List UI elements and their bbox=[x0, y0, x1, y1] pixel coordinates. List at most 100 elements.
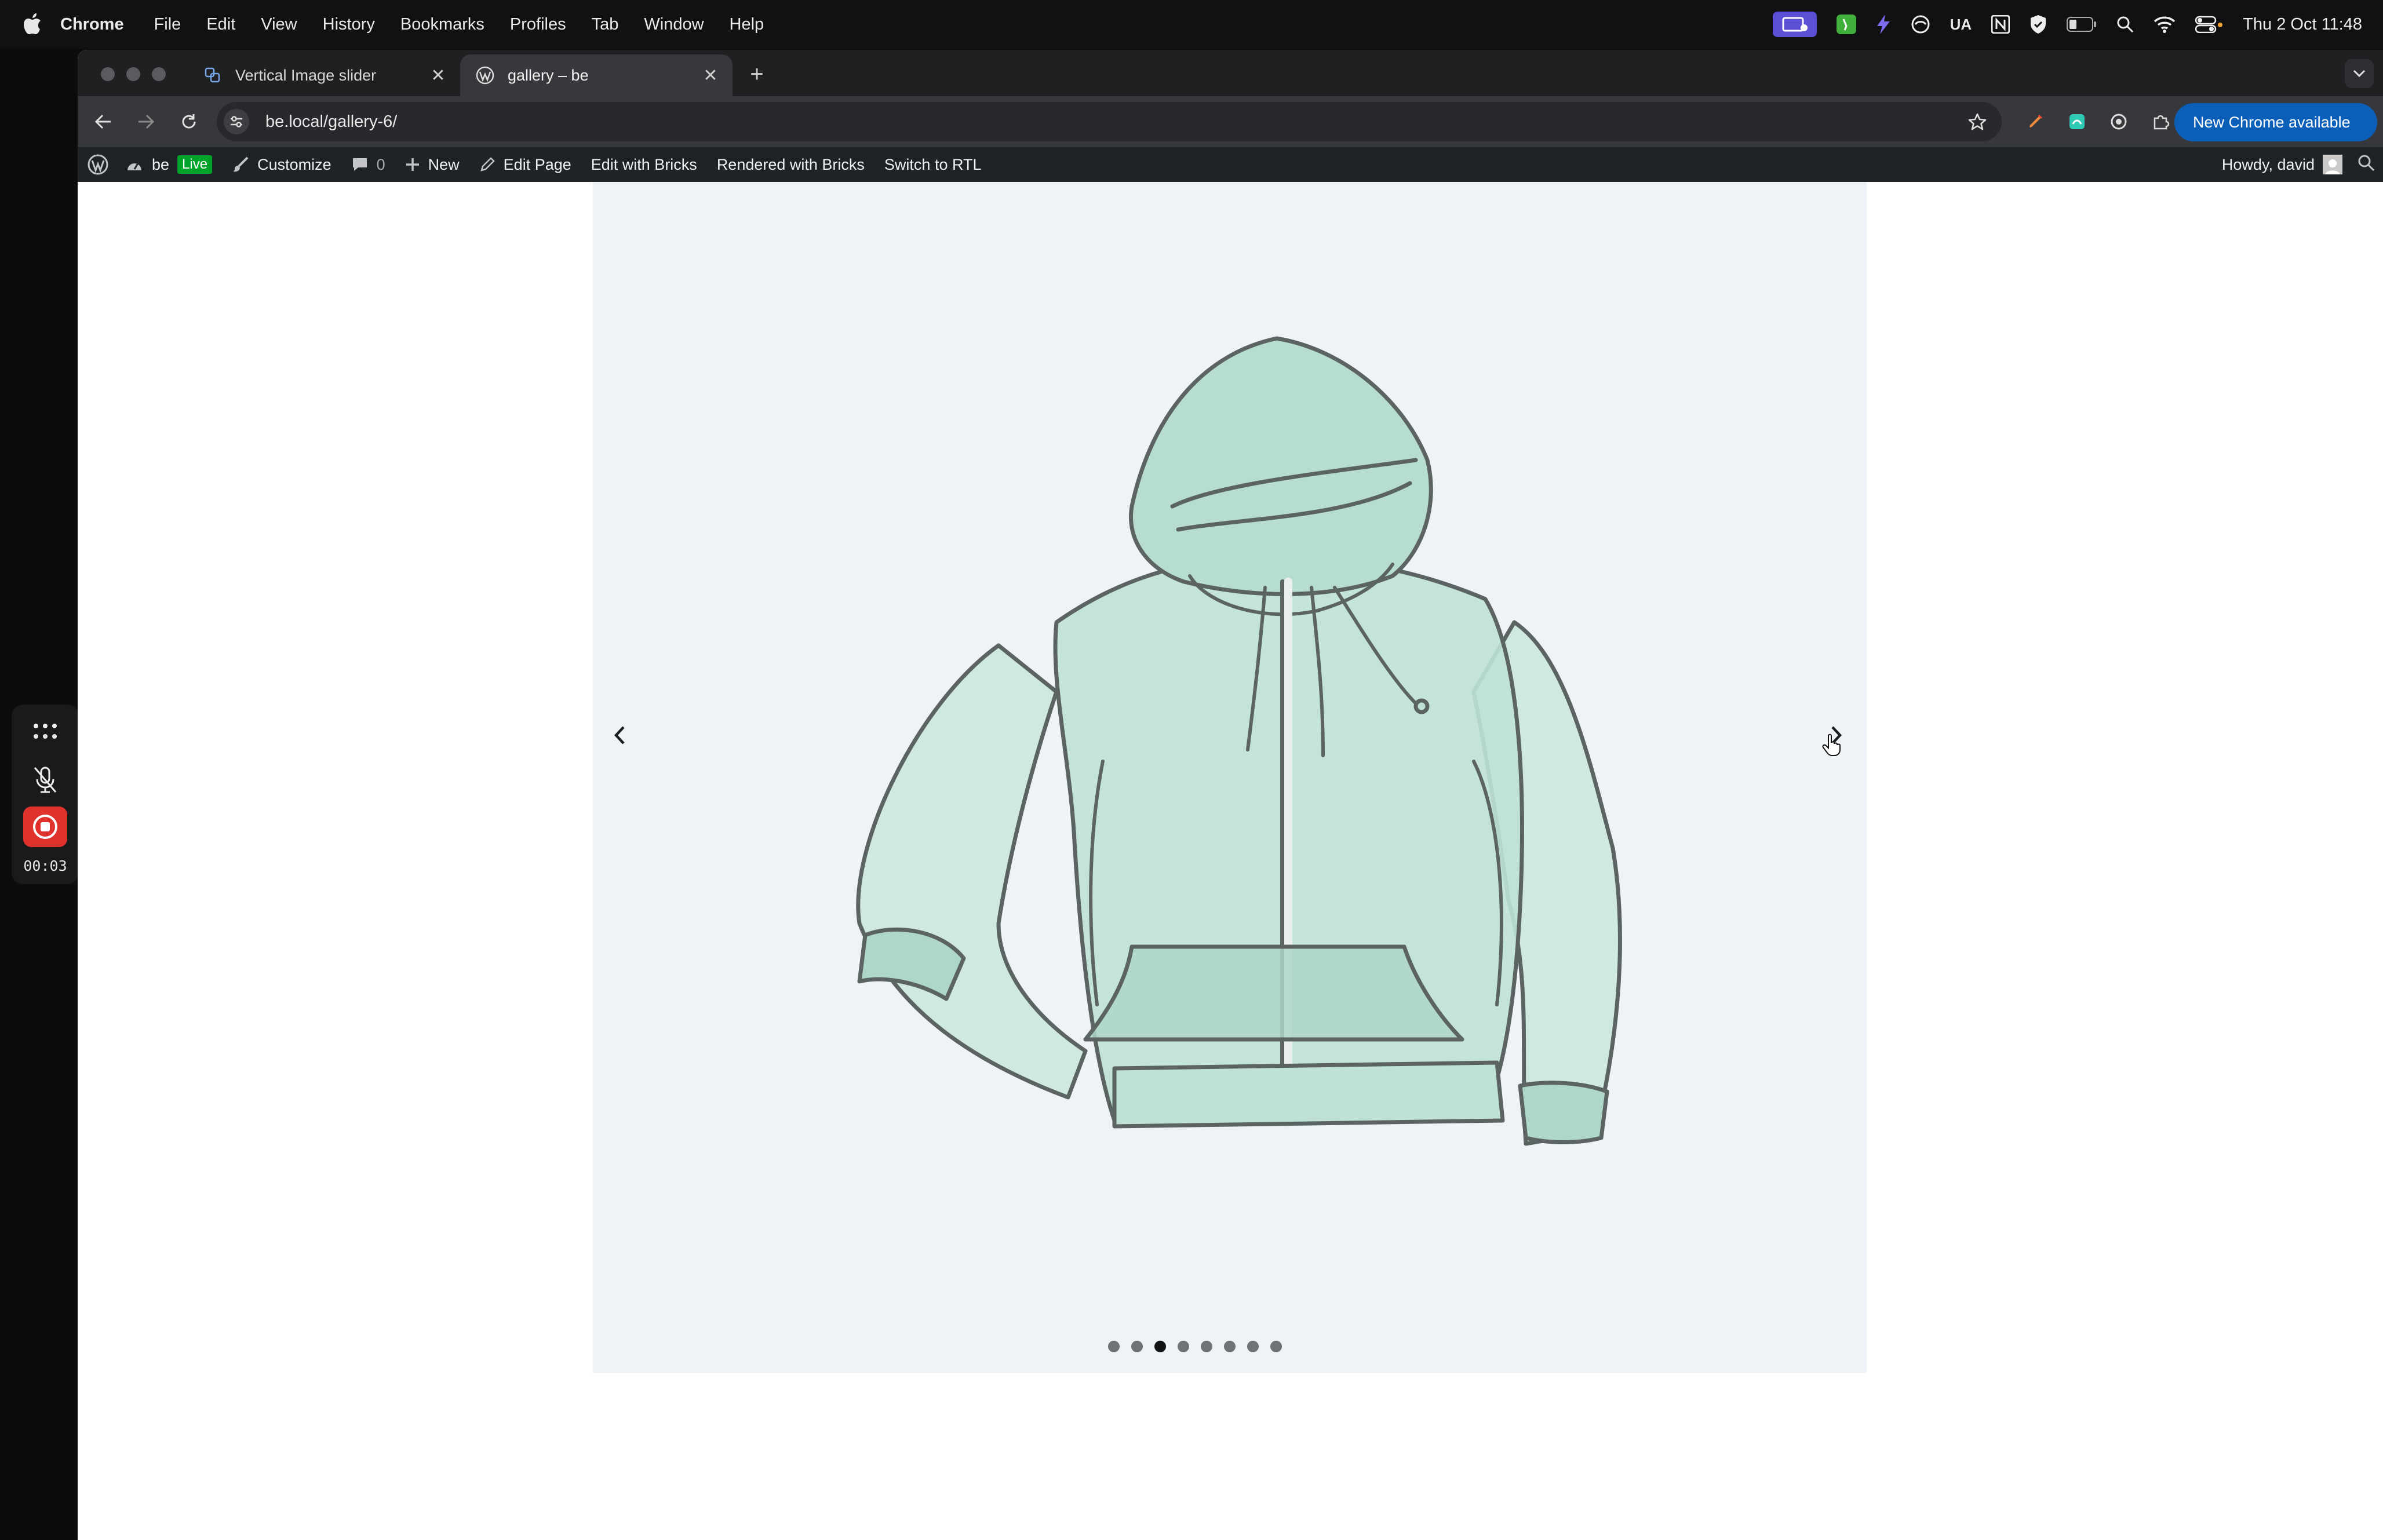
ua-text[interactable]: UA bbox=[1950, 12, 1972, 37]
new-tab-plus-icon[interactable]: + bbox=[744, 61, 770, 87]
zoom-window-button[interactable] bbox=[152, 67, 166, 81]
site-name-item[interactable]: be Live bbox=[125, 155, 213, 174]
pagination-dot[interactable] bbox=[1154, 1341, 1166, 1352]
screen-share-icon[interactable] bbox=[1772, 12, 1817, 37]
spotlight-search-icon[interactable] bbox=[2116, 12, 2134, 37]
tab-title: Vertical Image slider bbox=[235, 66, 377, 84]
browser-toolbar: be.local/gallery-6/ bbox=[78, 96, 2383, 147]
circle-extension-icon[interactable] bbox=[2106, 109, 2131, 134]
menu-view[interactable]: View bbox=[261, 15, 297, 34]
tab-search-chevron-icon[interactable] bbox=[2345, 59, 2374, 88]
menu-help[interactable]: Help bbox=[730, 15, 764, 34]
status-area: UA Thu 2 Oct 11:48 bbox=[1772, 12, 2362, 37]
pagination-dot[interactable] bbox=[1108, 1341, 1120, 1352]
rendered-with-bricks-link[interactable]: Rendered with Bricks bbox=[717, 156, 865, 174]
recorder-mute-button[interactable] bbox=[23, 758, 67, 802]
reload-icon[interactable] bbox=[172, 104, 206, 139]
pagination-dot[interactable] bbox=[1131, 1341, 1143, 1352]
customize-item[interactable]: Customize bbox=[232, 156, 331, 174]
site-name: be bbox=[152, 155, 170, 173]
user-avatar[interactable] bbox=[2323, 155, 2342, 174]
menu-edit[interactable]: Edit bbox=[206, 15, 235, 34]
screen-recorder-widget: 00:03 bbox=[12, 705, 79, 884]
tab-gallery-be[interactable]: gallery – be ✕ bbox=[460, 54, 733, 96]
recorder-stop-button[interactable] bbox=[23, 807, 67, 847]
url-text[interactable]: be.local/gallery-6/ bbox=[265, 112, 397, 132]
pagination-dot[interactable] bbox=[1224, 1341, 1236, 1352]
site-info-icon[interactable] bbox=[224, 109, 249, 134]
shield-icon[interactable] bbox=[2029, 12, 2047, 37]
close-tab-icon[interactable]: ✕ bbox=[427, 64, 450, 87]
hand-pointer-cursor-icon bbox=[1821, 733, 1841, 760]
edit-page-item[interactable]: Edit Page bbox=[479, 156, 571, 174]
tab-strip: Vertical Image slider ✕ gallery – be ✕ + bbox=[78, 50, 2383, 96]
menu-bookmarks[interactable]: Bookmarks bbox=[400, 15, 484, 34]
control-center-icon[interactable] bbox=[2195, 12, 2223, 37]
new-content-item[interactable]: New bbox=[405, 156, 460, 174]
edit-page-label: Edit Page bbox=[503, 155, 571, 173]
slide-image-hoodie bbox=[856, 336, 1622, 1146]
pen-extension-icon[interactable] bbox=[2023, 109, 2048, 134]
close-tab-icon[interactable]: ✕ bbox=[699, 64, 722, 87]
wp-admin-bar: be Live Customize 0 New Edit Page Edit w… bbox=[78, 147, 2383, 182]
wifi-icon[interactable] bbox=[2154, 12, 2176, 37]
dashboard-gauge-icon bbox=[125, 156, 144, 173]
page-content bbox=[78, 182, 2383, 1540]
admin-bar-account: Howdy, david bbox=[2222, 154, 2375, 176]
customize-label: Customize bbox=[257, 155, 331, 173]
teal-extension-icon[interactable] bbox=[2064, 109, 2090, 134]
app-icon[interactable] bbox=[1836, 12, 1856, 37]
pagination-dot[interactable] bbox=[1247, 1341, 1259, 1352]
pencil-icon bbox=[479, 156, 495, 173]
apple-logo-icon[interactable] bbox=[23, 13, 46, 35]
comments-count: 0 bbox=[376, 155, 385, 173]
new-chrome-available-button[interactable]: New Chrome available ⋮ bbox=[2174, 103, 2377, 141]
howdy-user[interactable]: Howdy, david bbox=[2222, 156, 2315, 174]
menubar-clock[interactable]: Thu 2 Oct 11:48 bbox=[2243, 15, 2362, 34]
bookmark-star-icon[interactable] bbox=[1968, 112, 1987, 131]
stop-record-icon bbox=[33, 815, 57, 839]
pagination-dot[interactable] bbox=[1201, 1341, 1212, 1352]
menu-tab[interactable]: Tab bbox=[592, 15, 619, 34]
minimize-window-button[interactable] bbox=[126, 67, 140, 81]
menu-app-name[interactable]: Chrome bbox=[60, 15, 124, 34]
close-window-button[interactable] bbox=[101, 67, 115, 81]
wordpress-favicon-icon bbox=[475, 65, 495, 85]
grid-dots-icon bbox=[34, 724, 57, 739]
new-label: New bbox=[428, 155, 460, 173]
comments-item[interactable]: 0 bbox=[351, 156, 385, 174]
admin-search-icon[interactable] bbox=[2358, 154, 2375, 176]
paintbrush-icon bbox=[232, 156, 249, 173]
pagination-dot[interactable] bbox=[1178, 1341, 1189, 1352]
recorder-grid-button[interactable] bbox=[23, 709, 67, 753]
chrome-window: Vertical Image slider ✕ gallery – be ✕ + bbox=[78, 50, 2383, 1540]
bolt-icon[interactable] bbox=[1876, 12, 1891, 37]
microphone-muted-icon bbox=[34, 767, 57, 793]
puzzle-extensions-icon[interactable] bbox=[2148, 109, 2173, 134]
recording-timer: 00:03 bbox=[23, 857, 67, 874]
bricks-favicon-icon bbox=[203, 65, 223, 85]
menu-profiles[interactable]: Profiles bbox=[510, 15, 566, 34]
comment-bubble-icon bbox=[351, 156, 369, 173]
pagination-dot[interactable] bbox=[1270, 1341, 1282, 1352]
tab-vertical-image-slider[interactable]: Vertical Image slider ✕ bbox=[188, 54, 460, 96]
plus-icon bbox=[405, 157, 420, 172]
edit-with-bricks-link[interactable]: Edit with Bricks bbox=[591, 156, 697, 174]
slider-pagination bbox=[558, 1341, 1832, 1352]
slider-prev-button[interactable] bbox=[600, 715, 640, 756]
switch-to-rtl-link[interactable]: Switch to RTL bbox=[884, 156, 982, 174]
notion-icon[interactable] bbox=[1991, 12, 2010, 37]
forward-arrow-icon[interactable] bbox=[129, 104, 163, 139]
address-bar[interactable]: be.local/gallery-6/ bbox=[217, 102, 2002, 141]
swirl-icon[interactable] bbox=[1911, 12, 1930, 37]
menu-history[interactable]: History bbox=[323, 15, 375, 34]
back-arrow-icon[interactable] bbox=[86, 104, 121, 139]
chevron-left-icon bbox=[614, 726, 625, 745]
wordpress-logo-icon[interactable] bbox=[87, 154, 109, 176]
battery-icon[interactable] bbox=[2067, 12, 2097, 37]
image-slider bbox=[593, 182, 1867, 1373]
menu-window[interactable]: Window bbox=[644, 15, 704, 34]
tab-title: gallery – be bbox=[508, 66, 589, 84]
window-controls bbox=[101, 67, 166, 81]
menu-file[interactable]: File bbox=[154, 15, 181, 34]
